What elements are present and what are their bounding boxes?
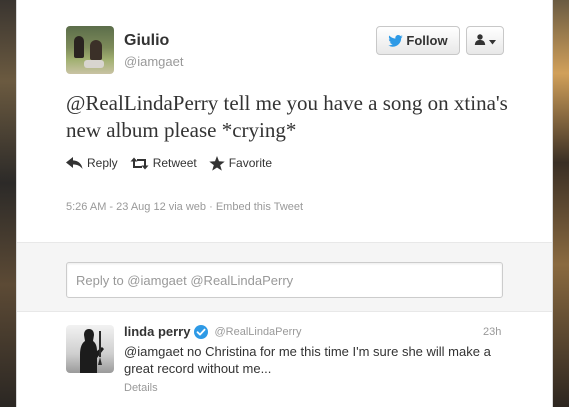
retweet-icon	[130, 157, 149, 169]
avatar-image	[80, 329, 104, 373]
favorite-label: Favorite	[228, 156, 273, 170]
tweet-actions: Reply Retweet Favorite	[66, 154, 284, 172]
reply-author-avatar[interactable]	[66, 325, 114, 373]
favorite-action[interactable]: Favorite	[209, 155, 273, 171]
verified-badge-icon	[194, 324, 209, 339]
reply-label: Reply	[87, 156, 118, 170]
tweet-timestamp[interactable]: 5:26 AM - 23 Aug 12 via web	[66, 201, 206, 213]
tweet-card: Giulio @iamgaet Follow @RealLindaPerry t…	[16, 0, 553, 407]
meta-separator: ·	[209, 201, 216, 213]
reply-action[interactable]: Reply	[66, 156, 118, 170]
reply-text: @iamgaet no Christina for me this time I…	[124, 344, 491, 376]
follow-button-label: Follow	[406, 33, 448, 48]
reply-arrow-icon	[66, 157, 83, 169]
bird-icon	[388, 34, 404, 47]
star-icon	[209, 155, 225, 171]
avatar-figure	[74, 36, 84, 58]
reply-time[interactable]: 23h	[483, 326, 501, 338]
background-left	[0, 0, 16, 407]
details-link[interactable]: Details	[124, 382, 158, 394]
background-right	[553, 0, 569, 407]
tweet-meta: 5:26 AM - 23 Aug 12 via web · Embed this…	[66, 201, 303, 213]
reply-author-handle[interactable]: @RealLindaPerry	[214, 326, 301, 338]
author-avatar[interactable]	[66, 26, 114, 74]
embed-tweet-link[interactable]: Embed this Tweet	[216, 201, 303, 213]
chevron-down-icon	[489, 32, 496, 50]
reply-input-placeholder: Reply to @iamgaet @RealLindaPerry	[76, 272, 294, 288]
author-handle[interactable]: @iamgaet	[124, 54, 183, 69]
reply-author-name[interactable]: linda perry	[124, 324, 190, 339]
avatar-figure	[84, 60, 104, 68]
user-actions-button[interactable]	[466, 26, 504, 55]
author-name[interactable]: Giulio	[124, 32, 169, 50]
retweet-action[interactable]: Retweet	[130, 156, 197, 170]
follow-button[interactable]: Follow	[376, 26, 460, 55]
retweet-label: Retweet	[152, 156, 197, 170]
avatar-figure	[90, 40, 102, 60]
user-icon	[474, 32, 486, 50]
reply-author: linda perry @RealLindaPerry	[124, 324, 301, 339]
tweet-text: @RealLindaPerry tell me you have a song …	[66, 91, 508, 142]
reply-input[interactable]: Reply to @iamgaet @RealLindaPerry	[66, 262, 503, 298]
